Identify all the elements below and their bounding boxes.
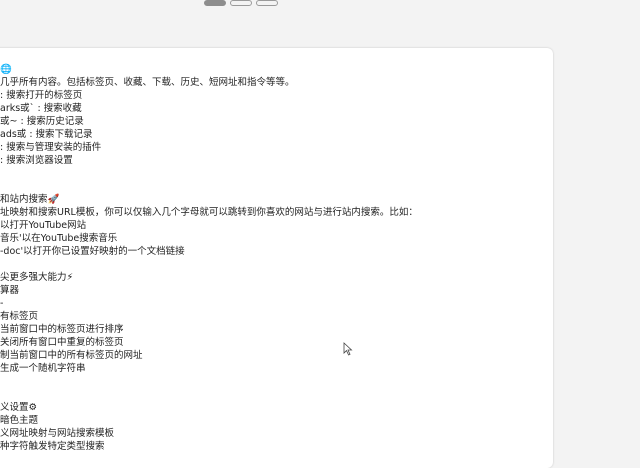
text-line: arks或` : 搜索收藏 [0, 103, 82, 114]
text-line: 生成一个随机字符串 [0, 363, 86, 374]
text-line: 有标签页 [0, 311, 39, 322]
text-line: 🌐 [0, 64, 12, 75]
text-line: 音乐'以在YouTube搜索音乐 [0, 233, 118, 244]
text-line: : 搜索浏览器设置 [0, 155, 73, 166]
text-line: 或~ : 搜索历史记录 [0, 116, 84, 127]
text-line: 当前窗口中的标签页进行排序 [0, 324, 124, 335]
text-line: 和站内搜索🚀 [0, 194, 60, 205]
text-line: 关闭所有窗口中重复的标签页 [0, 337, 124, 348]
text-line: 义网址映射与网站搜索模板 [0, 428, 115, 439]
text-line: 址映射和搜索URL模板，你可以仅输入几个字母就可以跳转到你喜欢的网站与进行站内搜… [0, 207, 418, 218]
text-line: 制当前窗口中的所有标签页的网址 [0, 350, 143, 361]
text-line: : 搜索打开的标签页 [0, 90, 83, 101]
text-line: 以打开YouTube网站 [0, 220, 87, 231]
tab-indicator-dot[interactable] [204, 0, 226, 6]
text-line: 暗色主题 [0, 415, 39, 426]
text-line: ads或 : 搜索下载记录 [0, 129, 93, 140]
text-line: 种字符触发特定类型搜索 [0, 441, 105, 452]
tab-indicator-dot[interactable] [230, 0, 252, 6]
text-line: -doc'以打开你已设置好映射的一个文档链接 [0, 246, 185, 257]
text-line: - [0, 298, 4, 309]
text-line: 义设置⚙ [0, 402, 38, 413]
tab-indicator [204, 0, 278, 6]
text-line: 几乎所有内容。包括标签页、收藏、下载、历史、短网址和指令等等。 [0, 77, 295, 88]
text-line: 算器 [0, 285, 20, 296]
text-line: 尖更多强大能力⚡ [0, 272, 74, 283]
tab-indicator-dot[interactable] [256, 0, 278, 6]
text-line: : 搜索与管理安装的插件 [0, 142, 102, 153]
mouse-cursor-icon [343, 342, 353, 356]
feature-description: 🌐 几乎所有内容。包括标签页、收藏、下载、历史、短网址和指令等等。 : 搜索打开的标… [0, 63, 560, 453]
